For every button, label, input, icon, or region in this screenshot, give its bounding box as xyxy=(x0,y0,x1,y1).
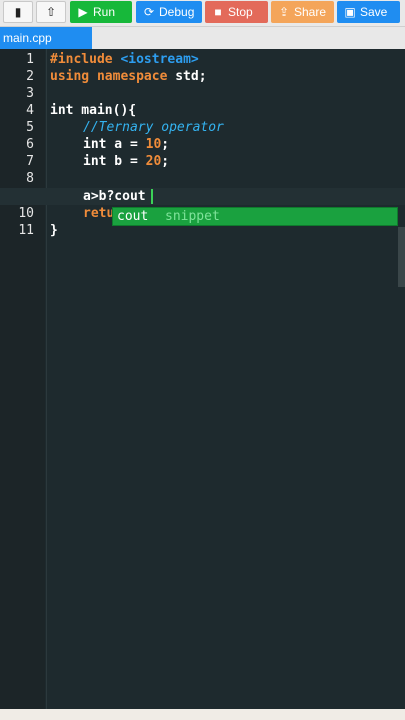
debug-icon: ⟳ xyxy=(143,5,155,19)
code-line-6[interactable]: int a = 10; xyxy=(83,136,169,153)
line-number: 3 xyxy=(26,86,34,101)
code-line-2[interactable]: using namespace std; xyxy=(50,68,207,85)
code-line-1[interactable]: #include <iostream> xyxy=(50,51,199,68)
line-number: 6 xyxy=(26,137,34,152)
autocomplete-type: snippet xyxy=(165,209,220,224)
save-button[interactable]: ▣ Save xyxy=(337,1,400,23)
line-number: 11 xyxy=(18,223,34,238)
autocomplete-popup[interactable]: cout snippet xyxy=(112,207,398,226)
closing-brace: } xyxy=(50,223,58,238)
return-keyword: retu xyxy=(83,206,115,221)
include-keyword: #include xyxy=(50,52,121,67)
stop-label: Stop xyxy=(228,5,253,19)
new-file-button[interactable]: ▮ xyxy=(3,1,33,23)
main-declaration: int main(){ xyxy=(50,103,137,118)
line-number: 2 xyxy=(26,69,34,84)
upload-button[interactable]: ⇧ xyxy=(36,1,66,23)
code-line-5[interactable]: //Ternary operator xyxy=(83,119,224,136)
line-number: 7 xyxy=(26,154,34,169)
number-literal: 10 xyxy=(145,137,162,152)
code-line-4[interactable]: int main(){ xyxy=(50,102,136,119)
semicolon: ; xyxy=(161,137,170,152)
autocomplete-suggestion[interactable]: cout xyxy=(117,208,148,225)
code-comment: //Ternary operator xyxy=(83,120,224,135)
using-keyword: using namespace xyxy=(50,69,176,84)
line-number: 1 xyxy=(26,52,34,67)
text-cursor xyxy=(151,189,153,204)
gutter-divider xyxy=(46,49,47,709)
line-number: 8 xyxy=(26,171,34,186)
save-label: Save xyxy=(360,5,388,19)
number-literal: 20 xyxy=(145,154,162,169)
run-label: Run xyxy=(93,5,116,19)
run-button[interactable]: ▶ Run xyxy=(70,1,132,23)
share-button[interactable]: ⇪ Share xyxy=(271,1,334,23)
play-icon: ▶ xyxy=(78,5,88,19)
ternary-expression: a>b?cout xyxy=(83,189,146,204)
file-icon: ▮ xyxy=(14,5,22,19)
tab-bar: main.cpp xyxy=(0,27,405,49)
line-number: 5 xyxy=(26,120,34,135)
tab-main-cpp[interactable]: main.cpp xyxy=(0,27,92,49)
code-line-9[interactable]: a>b?cout xyxy=(83,188,146,205)
namespace-name: std; xyxy=(175,69,207,84)
share-label: Share xyxy=(294,5,327,19)
code-line-10[interactable]: retu xyxy=(83,205,114,222)
autocomplete-scrollbar[interactable] xyxy=(398,227,405,287)
share-icon: ⇪ xyxy=(278,5,290,19)
stop-icon: ■ xyxy=(214,5,222,19)
upload-icon: ⇧ xyxy=(45,5,57,19)
decl-a: int a = xyxy=(83,137,146,152)
save-icon: ▣ xyxy=(344,5,356,19)
decl-b: int b = xyxy=(83,154,146,169)
active-line-highlight xyxy=(0,188,405,205)
bottom-bar xyxy=(0,709,405,720)
line-number-gutter: 1 2 3 4 5 6 7 8 9 10 11 xyxy=(0,49,45,709)
code-line-7[interactable]: int b = 20; xyxy=(83,153,169,170)
debug-button[interactable]: ⟳ Debug xyxy=(136,1,202,23)
debug-label: Debug xyxy=(159,5,195,19)
line-number: 4 xyxy=(26,103,34,118)
semicolon: ; xyxy=(161,154,170,169)
line-number: 10 xyxy=(18,206,34,221)
toolbar: ▮ ⇧ ▶ Run ⟳ Debug ■ Stop ⇪ Share ▣ Save xyxy=(0,0,405,27)
stop-button[interactable]: ■ Stop xyxy=(205,1,268,23)
include-header: <iostream> xyxy=(120,52,199,67)
code-line-11[interactable]: } xyxy=(50,222,58,239)
